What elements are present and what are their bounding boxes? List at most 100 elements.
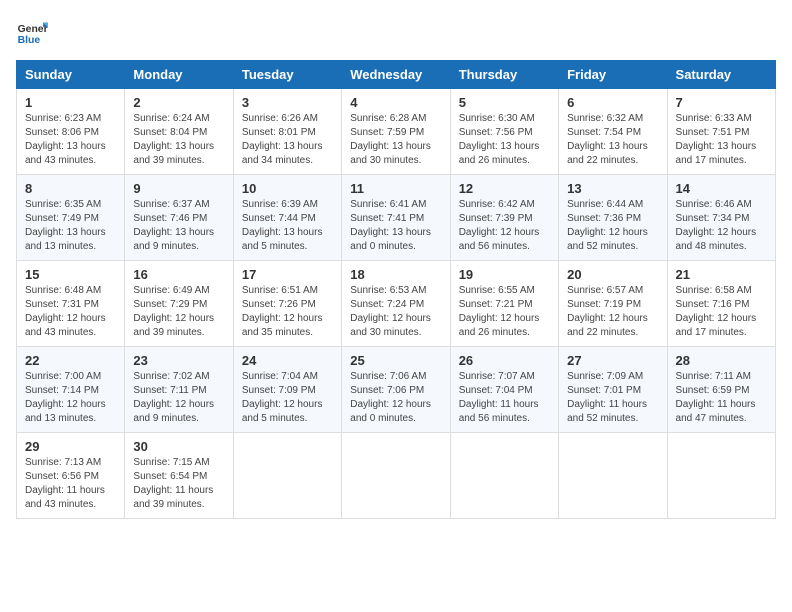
day-info: Sunrise: 6:49 AMSunset: 7:29 PMDaylight:… <box>133 284 224 340</box>
calendar-cell: 16 Sunrise: 6:49 AMSunset: 7:29 PMDaylig… <box>125 261 233 347</box>
day-number: 30 <box>133 439 224 454</box>
day-info: Sunrise: 6:35 AMSunset: 7:49 PMDaylight:… <box>25 198 116 254</box>
day-info: Sunrise: 6:53 AMSunset: 7:24 PMDaylight:… <box>350 284 441 340</box>
day-number: 2 <box>133 95 224 110</box>
day-info: Sunrise: 7:02 AMSunset: 7:11 PMDaylight:… <box>133 370 224 426</box>
day-number: 9 <box>133 181 224 196</box>
day-info: Sunrise: 6:32 AMSunset: 7:54 PMDaylight:… <box>567 112 658 168</box>
day-number: 8 <box>25 181 116 196</box>
day-number: 17 <box>242 267 333 282</box>
weekday-header-friday: Friday <box>559 61 667 89</box>
week-row-2: 8 Sunrise: 6:35 AMSunset: 7:49 PMDayligh… <box>17 175 776 261</box>
calendar-cell: 26 Sunrise: 7:07 AMSunset: 7:04 PMDaylig… <box>450 347 558 433</box>
calendar-cell: 10 Sunrise: 6:39 AMSunset: 7:44 PMDaylig… <box>233 175 341 261</box>
calendar-cell: 29 Sunrise: 7:13 AMSunset: 6:56 PMDaylig… <box>17 433 125 519</box>
calendar-cell: 11 Sunrise: 6:41 AMSunset: 7:41 PMDaylig… <box>342 175 450 261</box>
calendar-cell: 24 Sunrise: 7:04 AMSunset: 7:09 PMDaylig… <box>233 347 341 433</box>
logo: General Blue <box>16 16 48 48</box>
day-info: Sunrise: 7:07 AMSunset: 7:04 PMDaylight:… <box>459 370 550 426</box>
calendar-cell: 28 Sunrise: 7:11 AMSunset: 6:59 PMDaylig… <box>667 347 775 433</box>
day-info: Sunrise: 6:57 AMSunset: 7:19 PMDaylight:… <box>567 284 658 340</box>
logo-icon: General Blue <box>16 16 48 48</box>
calendar-cell: 19 Sunrise: 6:55 AMSunset: 7:21 PMDaylig… <box>450 261 558 347</box>
day-number: 23 <box>133 353 224 368</box>
day-number: 12 <box>459 181 550 196</box>
calendar-cell: 21 Sunrise: 6:58 AMSunset: 7:16 PMDaylig… <box>667 261 775 347</box>
calendar-cell: 5 Sunrise: 6:30 AMSunset: 7:56 PMDayligh… <box>450 89 558 175</box>
calendar-cell: 15 Sunrise: 6:48 AMSunset: 7:31 PMDaylig… <box>17 261 125 347</box>
calendar-cell: 30 Sunrise: 7:15 AMSunset: 6:54 PMDaylig… <box>125 433 233 519</box>
day-info: Sunrise: 6:24 AMSunset: 8:04 PMDaylight:… <box>133 112 224 168</box>
day-info: Sunrise: 6:30 AMSunset: 7:56 PMDaylight:… <box>459 112 550 168</box>
weekday-header-saturday: Saturday <box>667 61 775 89</box>
day-info: Sunrise: 6:48 AMSunset: 7:31 PMDaylight:… <box>25 284 116 340</box>
calendar-cell: 27 Sunrise: 7:09 AMSunset: 7:01 PMDaylig… <box>559 347 667 433</box>
calendar-cell <box>667 433 775 519</box>
day-number: 25 <box>350 353 441 368</box>
weekday-header-tuesday: Tuesday <box>233 61 341 89</box>
day-info: Sunrise: 7:06 AMSunset: 7:06 PMDaylight:… <box>350 370 441 426</box>
calendar-cell: 25 Sunrise: 7:06 AMSunset: 7:06 PMDaylig… <box>342 347 450 433</box>
calendar-cell <box>342 433 450 519</box>
calendar-cell: 6 Sunrise: 6:32 AMSunset: 7:54 PMDayligh… <box>559 89 667 175</box>
day-number: 13 <box>567 181 658 196</box>
day-number: 11 <box>350 181 441 196</box>
calendar-cell: 12 Sunrise: 6:42 AMSunset: 7:39 PMDaylig… <box>450 175 558 261</box>
calendar-cell: 18 Sunrise: 6:53 AMSunset: 7:24 PMDaylig… <box>342 261 450 347</box>
calendar-cell: 7 Sunrise: 6:33 AMSunset: 7:51 PMDayligh… <box>667 89 775 175</box>
week-row-1: 1 Sunrise: 6:23 AMSunset: 8:06 PMDayligh… <box>17 89 776 175</box>
day-info: Sunrise: 7:11 AMSunset: 6:59 PMDaylight:… <box>676 370 767 426</box>
day-number: 6 <box>567 95 658 110</box>
day-number: 19 <box>459 267 550 282</box>
calendar-cell: 13 Sunrise: 6:44 AMSunset: 7:36 PMDaylig… <box>559 175 667 261</box>
calendar-cell: 8 Sunrise: 6:35 AMSunset: 7:49 PMDayligh… <box>17 175 125 261</box>
weekday-header-wednesday: Wednesday <box>342 61 450 89</box>
day-info: Sunrise: 7:15 AMSunset: 6:54 PMDaylight:… <box>133 456 224 512</box>
day-number: 20 <box>567 267 658 282</box>
day-number: 4 <box>350 95 441 110</box>
day-info: Sunrise: 7:00 AMSunset: 7:14 PMDaylight:… <box>25 370 116 426</box>
day-info: Sunrise: 6:51 AMSunset: 7:26 PMDaylight:… <box>242 284 333 340</box>
day-number: 5 <box>459 95 550 110</box>
calendar-cell: 3 Sunrise: 6:26 AMSunset: 8:01 PMDayligh… <box>233 89 341 175</box>
day-info: Sunrise: 7:04 AMSunset: 7:09 PMDaylight:… <box>242 370 333 426</box>
day-number: 24 <box>242 353 333 368</box>
day-number: 7 <box>676 95 767 110</box>
calendar-cell: 2 Sunrise: 6:24 AMSunset: 8:04 PMDayligh… <box>125 89 233 175</box>
day-info: Sunrise: 6:44 AMSunset: 7:36 PMDaylight:… <box>567 198 658 254</box>
day-info: Sunrise: 7:09 AMSunset: 7:01 PMDaylight:… <box>567 370 658 426</box>
day-number: 16 <box>133 267 224 282</box>
calendar-cell: 14 Sunrise: 6:46 AMSunset: 7:34 PMDaylig… <box>667 175 775 261</box>
day-info: Sunrise: 7:13 AMSunset: 6:56 PMDaylight:… <box>25 456 116 512</box>
day-number: 21 <box>676 267 767 282</box>
calendar-cell: 9 Sunrise: 6:37 AMSunset: 7:46 PMDayligh… <box>125 175 233 261</box>
day-info: Sunrise: 6:39 AMSunset: 7:44 PMDaylight:… <box>242 198 333 254</box>
calendar-cell <box>559 433 667 519</box>
day-info: Sunrise: 6:33 AMSunset: 7:51 PMDaylight:… <box>676 112 767 168</box>
calendar-cell <box>233 433 341 519</box>
day-number: 3 <box>242 95 333 110</box>
day-number: 29 <box>25 439 116 454</box>
day-info: Sunrise: 6:28 AMSunset: 7:59 PMDaylight:… <box>350 112 441 168</box>
day-info: Sunrise: 6:42 AMSunset: 7:39 PMDaylight:… <box>459 198 550 254</box>
weekday-header-monday: Monday <box>125 61 233 89</box>
calendar-cell: 22 Sunrise: 7:00 AMSunset: 7:14 PMDaylig… <box>17 347 125 433</box>
page-header: General Blue <box>16 16 776 48</box>
day-number: 14 <box>676 181 767 196</box>
calendar-table: SundayMondayTuesdayWednesdayThursdayFrid… <box>16 60 776 519</box>
calendar-cell <box>450 433 558 519</box>
weekday-header-thursday: Thursday <box>450 61 558 89</box>
day-info: Sunrise: 6:23 AMSunset: 8:06 PMDaylight:… <box>25 112 116 168</box>
day-number: 1 <box>25 95 116 110</box>
weekday-header-row: SundayMondayTuesdayWednesdayThursdayFrid… <box>17 61 776 89</box>
weekday-header-sunday: Sunday <box>17 61 125 89</box>
day-info: Sunrise: 6:26 AMSunset: 8:01 PMDaylight:… <box>242 112 333 168</box>
week-row-4: 22 Sunrise: 7:00 AMSunset: 7:14 PMDaylig… <box>17 347 776 433</box>
day-info: Sunrise: 6:55 AMSunset: 7:21 PMDaylight:… <box>459 284 550 340</box>
day-info: Sunrise: 6:37 AMSunset: 7:46 PMDaylight:… <box>133 198 224 254</box>
calendar-cell: 4 Sunrise: 6:28 AMSunset: 7:59 PMDayligh… <box>342 89 450 175</box>
day-info: Sunrise: 6:58 AMSunset: 7:16 PMDaylight:… <box>676 284 767 340</box>
day-number: 10 <box>242 181 333 196</box>
calendar-cell: 17 Sunrise: 6:51 AMSunset: 7:26 PMDaylig… <box>233 261 341 347</box>
day-info: Sunrise: 6:41 AMSunset: 7:41 PMDaylight:… <box>350 198 441 254</box>
